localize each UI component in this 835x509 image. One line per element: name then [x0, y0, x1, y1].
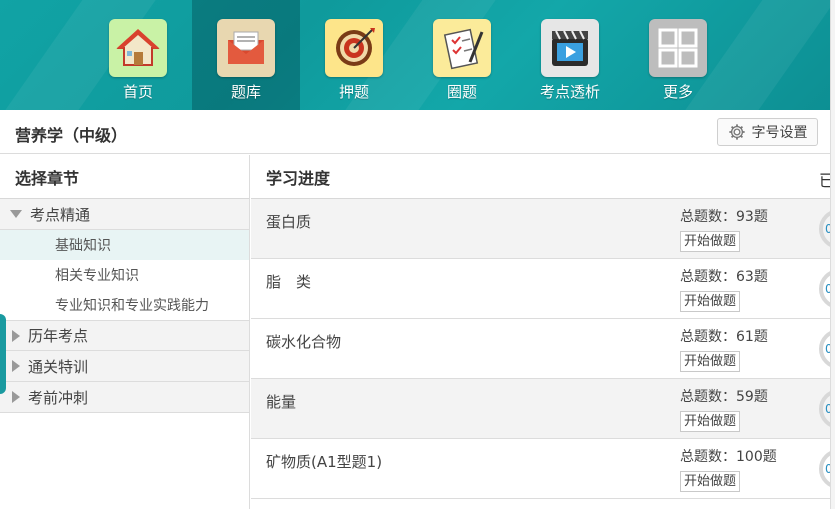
table-row: 脂 类 总题数：63题 开始做题 0	[251, 259, 830, 319]
question-count: 总题数：61题	[680, 329, 768, 345]
progress-ring: 0	[819, 269, 830, 309]
question-count: 总题数：59题	[680, 389, 768, 405]
caret-right-icon	[12, 360, 20, 372]
chapter-name: 蛋白质	[266, 213, 312, 231]
grid-icon	[649, 19, 707, 77]
nav-item-question-bank[interactable]: 题库	[192, 0, 300, 110]
chapter-group-label: 考前冲刺	[28, 388, 89, 407]
nav-item-circle[interactable]: 圈题	[408, 0, 516, 110]
chapter-item-basic[interactable]: 基础知识	[0, 230, 249, 260]
top-navigation-bar: 首页 题库 押题 圈题 考点透析 更多	[0, 0, 830, 110]
gear-icon	[728, 124, 745, 140]
nav-label: 首页	[122, 83, 153, 101]
question-count: 总题数：100题	[680, 449, 777, 465]
table-row: 蛋白质 总题数：93题 开始做题 0	[251, 199, 830, 259]
nav-label: 题库	[230, 83, 261, 101]
chapter-name: 脂 类	[266, 273, 312, 291]
chapter-group-label: 考点精通	[30, 205, 91, 224]
chapter-name: 碳水化合物	[266, 333, 342, 351]
title-bar: 营养学（中级） 字号设置	[0, 110, 830, 154]
nav-label: 更多	[662, 83, 693, 101]
home-icon	[109, 19, 167, 77]
chapter-group-kaodian[interactable]: 考点精通	[0, 199, 249, 230]
start-practice-button[interactable]: 开始做题	[680, 411, 741, 432]
chapter-group-sprint[interactable]: 考前冲刺	[0, 382, 249, 413]
video-icon	[541, 19, 599, 77]
sidebar-collapse-handle[interactable]	[0, 314, 6, 394]
target-icon	[325, 19, 383, 77]
chapter-item-practice[interactable]: 专业知识和专业实践能力	[0, 290, 249, 320]
progress-header: 学习进度 已	[251, 155, 830, 199]
chapter-group-label: 通关特训	[28, 357, 89, 376]
font-size-button[interactable]: 字号设置	[717, 118, 818, 146]
question-count: 总题数：93题	[680, 209, 768, 225]
font-size-label: 字号设置	[751, 125, 808, 141]
nav-item-more[interactable]: 更多	[624, 0, 732, 110]
mail-icon	[217, 19, 275, 77]
progress-title: 学习进度	[266, 168, 331, 188]
start-practice-button[interactable]: 开始做题	[680, 291, 741, 312]
progress-ring: 0	[819, 449, 830, 489]
window-edge	[830, 0, 835, 509]
nav-item-predict[interactable]: 押题	[300, 0, 408, 110]
table-row: 能量 总题数：59题 开始做题 0	[251, 379, 830, 439]
chapter-sidebar: 选择章节 考点精通 基础知识 相关专业知识 专业知识和专业实践能力 历年考点 通…	[0, 155, 250, 509]
nav-label: 圈题	[446, 83, 477, 101]
nav-label: 考点透析	[539, 83, 600, 101]
chapter-group-training[interactable]: 通关特训	[0, 351, 249, 382]
progress-column-header: 已	[819, 171, 830, 190]
chapter-name: 能量	[266, 393, 297, 411]
start-practice-button[interactable]: 开始做题	[680, 471, 741, 492]
progress-ring: 0	[819, 389, 830, 429]
question-count: 总题数：63题	[680, 269, 768, 285]
nav-item-analysis[interactable]: 考点透析	[516, 0, 624, 110]
nav-item-home[interactable]: 首页	[84, 0, 192, 110]
progress-panel: 学习进度 已 蛋白质 总题数：93题 开始做题 0 脂 类 总题数：63题 开始…	[251, 155, 830, 509]
chapter-group-label: 历年考点	[28, 327, 89, 345]
page-title: 营养学（中级）	[15, 126, 128, 145]
start-practice-button[interactable]: 开始做题	[680, 351, 741, 372]
checklist-icon	[433, 19, 491, 77]
chapter-group-history[interactable]: 历年考点	[0, 320, 249, 351]
caret-down-icon	[10, 210, 22, 218]
table-row: 碳水化合物 总题数：61题 开始做题 0	[251, 319, 830, 379]
chapter-name: 矿物质(A1型题1)	[266, 453, 383, 471]
nav-label: 押题	[338, 83, 369, 101]
chapter-item-related[interactable]: 相关专业知识	[0, 260, 249, 290]
progress-ring: 0	[819, 209, 830, 249]
sidebar-header: 选择章节	[0, 155, 249, 199]
progress-ring: 0	[819, 329, 830, 369]
caret-right-icon	[12, 329, 20, 342]
table-row: 矿物质(A1型题1) 总题数：100题 开始做题 0	[251, 439, 830, 499]
caret-right-icon	[12, 391, 20, 403]
start-practice-button[interactable]: 开始做题	[680, 231, 741, 252]
